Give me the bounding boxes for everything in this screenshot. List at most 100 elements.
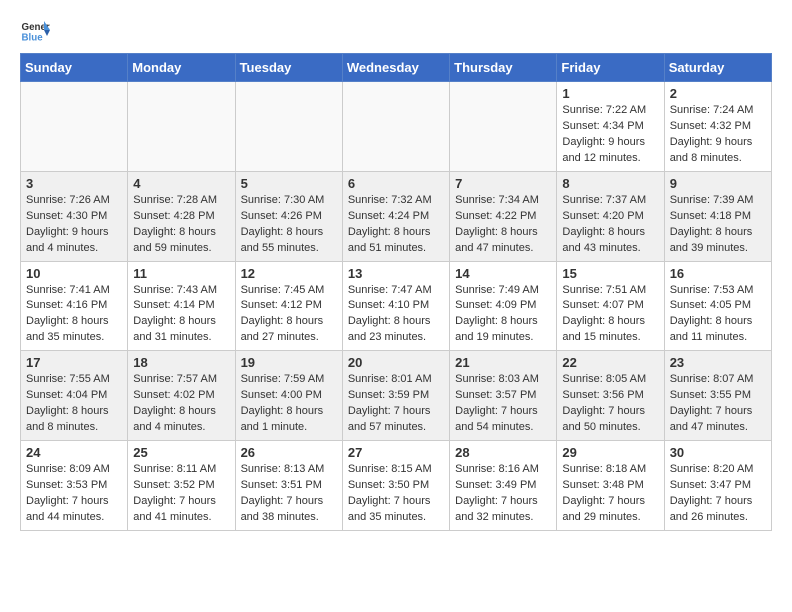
day-info: Sunrise: 7:37 AM Sunset: 4:20 PM Dayligh…: [562, 193, 658, 257]
svg-text:Blue: Blue: [22, 33, 44, 44]
day-info: Sunrise: 7:22 AM Sunset: 4:34 PM Dayligh…: [562, 103, 658, 167]
day-info: Sunrise: 8:20 AM Sunset: 3:47 PM Dayligh…: [670, 462, 766, 526]
day-number: 6: [348, 176, 444, 191]
day-number: 12: [241, 266, 337, 281]
header-thursday: Thursday: [450, 54, 557, 82]
day-number: 16: [670, 266, 766, 281]
day-number: 18: [133, 355, 229, 370]
day-info: Sunrise: 8:07 AM Sunset: 3:55 PM Dayligh…: [670, 372, 766, 436]
day-cell: 12Sunrise: 7:45 AM Sunset: 4:12 PM Dayli…: [235, 261, 342, 351]
day-number: 1: [562, 86, 658, 101]
day-number: 28: [455, 445, 551, 460]
day-info: Sunrise: 7:47 AM Sunset: 4:10 PM Dayligh…: [348, 283, 444, 347]
week-row-2: 3Sunrise: 7:26 AM Sunset: 4:30 PM Daylig…: [21, 171, 772, 261]
day-info: Sunrise: 7:34 AM Sunset: 4:22 PM Dayligh…: [455, 193, 551, 257]
day-number: 23: [670, 355, 766, 370]
day-number: 21: [455, 355, 551, 370]
day-number: 30: [670, 445, 766, 460]
day-number: 5: [241, 176, 337, 191]
week-row-1: 1 Sunrise: 7:22 AM Sunset: 4:34 PM Daylig…: [21, 82, 772, 172]
day-info: Sunrise: 8:03 AM Sunset: 3:57 PM Dayligh…: [455, 372, 551, 436]
week-row-3: 10Sunrise: 7:41 AM Sunset: 4:16 PM Dayli…: [21, 261, 772, 351]
page: General Blue SundayMondayTuesdayWednesda…: [0, 0, 792, 546]
day-number: 7: [455, 176, 551, 191]
day-info: Sunrise: 8:11 AM Sunset: 3:52 PM Dayligh…: [133, 462, 229, 526]
day-cell: 24 Sunrise: 8:09 AM Sunset: 3:53 PM Dayli…: [21, 441, 128, 531]
day-cell: 25 Sunrise: 8:11 AM Sunset: 3:52 PM Dayli…: [128, 441, 235, 531]
day-cell: 29Sunrise: 8:18 AM Sunset: 3:48 PM Dayli…: [557, 441, 664, 531]
day-number: 14: [455, 266, 551, 281]
day-cell: 6 Sunrise: 7:32 AM Sunset: 4:24 PM Daylig…: [342, 171, 449, 261]
day-info: Sunrise: 7:49 AM Sunset: 4:09 PM Dayligh…: [455, 283, 551, 347]
logo-icon: General Blue: [20, 15, 50, 45]
day-info: Sunrise: 7:43 AM Sunset: 4:14 PM Dayligh…: [133, 283, 229, 347]
day-cell: [450, 82, 557, 172]
header-wednesday: Wednesday: [342, 54, 449, 82]
logo: General Blue: [20, 15, 54, 45]
day-cell: 1 Sunrise: 7:22 AM Sunset: 4:34 PM Daylig…: [557, 82, 664, 172]
day-number: 26: [241, 445, 337, 460]
header-monday: Monday: [128, 54, 235, 82]
day-cell: 13 Sunrise: 7:47 AM Sunset: 4:10 PM Dayli…: [342, 261, 449, 351]
day-cell: 30 Sunrise: 8:20 AM Sunset: 3:47 PM Dayli…: [664, 441, 771, 531]
day-number: 24: [26, 445, 122, 460]
day-number: 13: [348, 266, 444, 281]
day-number: 4: [133, 176, 229, 191]
day-cell: 26 Sunrise: 8:13 AM Sunset: 3:51 PM Dayli…: [235, 441, 342, 531]
day-info: Sunrise: 7:51 AM Sunset: 4:07 PM Dayligh…: [562, 283, 658, 347]
day-info: Sunrise: 7:26 AM Sunset: 4:30 PM Dayligh…: [26, 193, 122, 257]
day-cell: 28 Sunrise: 8:16 AM Sunset: 3:49 PM Dayli…: [450, 441, 557, 531]
day-cell: 7 Sunrise: 7:34 AM Sunset: 4:22 PM Daylig…: [450, 171, 557, 261]
day-number: 25: [133, 445, 229, 460]
day-number: 15: [562, 266, 658, 281]
day-info: Sunrise: 7:28 AM Sunset: 4:28 PM Dayligh…: [133, 193, 229, 257]
day-number: 20: [348, 355, 444, 370]
header-row: SundayMondayTuesdayWednesdayThursdayFrid…: [21, 54, 772, 82]
header: General Blue: [20, 15, 772, 45]
day-number: 9: [670, 176, 766, 191]
day-info: Sunrise: 7:55 AM Sunset: 4:04 PM Dayligh…: [26, 372, 122, 436]
header-sunday: Sunday: [21, 54, 128, 82]
day-cell: 16Sunrise: 7:53 AM Sunset: 4:05 PM Dayli…: [664, 261, 771, 351]
day-info: Sunrise: 7:59 AM Sunset: 4:00 PM Dayligh…: [241, 372, 337, 436]
day-cell: 8 Sunrise: 7:37 AM Sunset: 4:20 PM Daylig…: [557, 171, 664, 261]
day-cell: 23 Sunrise: 8:07 AM Sunset: 3:55 PM Dayli…: [664, 351, 771, 441]
day-number: 11: [133, 266, 229, 281]
day-cell: 14 Sunrise: 7:49 AM Sunset: 4:09 PM Dayli…: [450, 261, 557, 351]
header-tuesday: Tuesday: [235, 54, 342, 82]
day-info: Sunrise: 8:09 AM Sunset: 3:53 PM Dayligh…: [26, 462, 122, 526]
day-cell: 19Sunrise: 7:59 AM Sunset: 4:00 PM Dayli…: [235, 351, 342, 441]
day-info: Sunrise: 8:01 AM Sunset: 3:59 PM Dayligh…: [348, 372, 444, 436]
day-number: 29: [562, 445, 658, 460]
day-cell: 20 Sunrise: 8:01 AM Sunset: 3:59 PM Dayli…: [342, 351, 449, 441]
day-cell: 10Sunrise: 7:41 AM Sunset: 4:16 PM Dayli…: [21, 261, 128, 351]
header-friday: Friday: [557, 54, 664, 82]
day-cell: 4 Sunrise: 7:28 AM Sunset: 4:28 PM Daylig…: [128, 171, 235, 261]
day-number: 22: [562, 355, 658, 370]
day-cell: 3Sunrise: 7:26 AM Sunset: 4:30 PM Daylig…: [21, 171, 128, 261]
day-number: 8: [562, 176, 658, 191]
day-cell: 11 Sunrise: 7:43 AM Sunset: 4:14 PM Dayli…: [128, 261, 235, 351]
day-info: Sunrise: 8:13 AM Sunset: 3:51 PM Dayligh…: [241, 462, 337, 526]
day-cell: 22 Sunrise: 8:05 AM Sunset: 3:56 PM Dayli…: [557, 351, 664, 441]
day-info: Sunrise: 7:30 AM Sunset: 4:26 PM Dayligh…: [241, 193, 337, 257]
day-cell: 17Sunrise: 7:55 AM Sunset: 4:04 PM Dayli…: [21, 351, 128, 441]
day-cell: 18 Sunrise: 7:57 AM Sunset: 4:02 PM Dayli…: [128, 351, 235, 441]
day-cell: 15 Sunrise: 7:51 AM Sunset: 4:07 PM Dayli…: [557, 261, 664, 351]
day-info: Sunrise: 7:32 AM Sunset: 4:24 PM Dayligh…: [348, 193, 444, 257]
day-number: 27: [348, 445, 444, 460]
day-info: Sunrise: 8:15 AM Sunset: 3:50 PM Dayligh…: [348, 462, 444, 526]
day-cell: 9 Sunrise: 7:39 AM Sunset: 4:18 PM Daylig…: [664, 171, 771, 261]
day-info: Sunrise: 7:39 AM Sunset: 4:18 PM Dayligh…: [670, 193, 766, 257]
day-cell: [128, 82, 235, 172]
day-number: 2: [670, 86, 766, 101]
day-cell: [21, 82, 128, 172]
header-saturday: Saturday: [664, 54, 771, 82]
day-info: Sunrise: 7:57 AM Sunset: 4:02 PM Dayligh…: [133, 372, 229, 436]
day-cell: [235, 82, 342, 172]
day-cell: 5 Sunrise: 7:30 AM Sunset: 4:26 PM Daylig…: [235, 171, 342, 261]
day-info: Sunrise: 7:41 AM Sunset: 4:16 PM Dayligh…: [26, 283, 122, 347]
day-info: Sunrise: 8:05 AM Sunset: 3:56 PM Dayligh…: [562, 372, 658, 436]
day-info: Sunrise: 8:16 AM Sunset: 3:49 PM Dayligh…: [455, 462, 551, 526]
week-row-4: 17Sunrise: 7:55 AM Sunset: 4:04 PM Dayli…: [21, 351, 772, 441]
